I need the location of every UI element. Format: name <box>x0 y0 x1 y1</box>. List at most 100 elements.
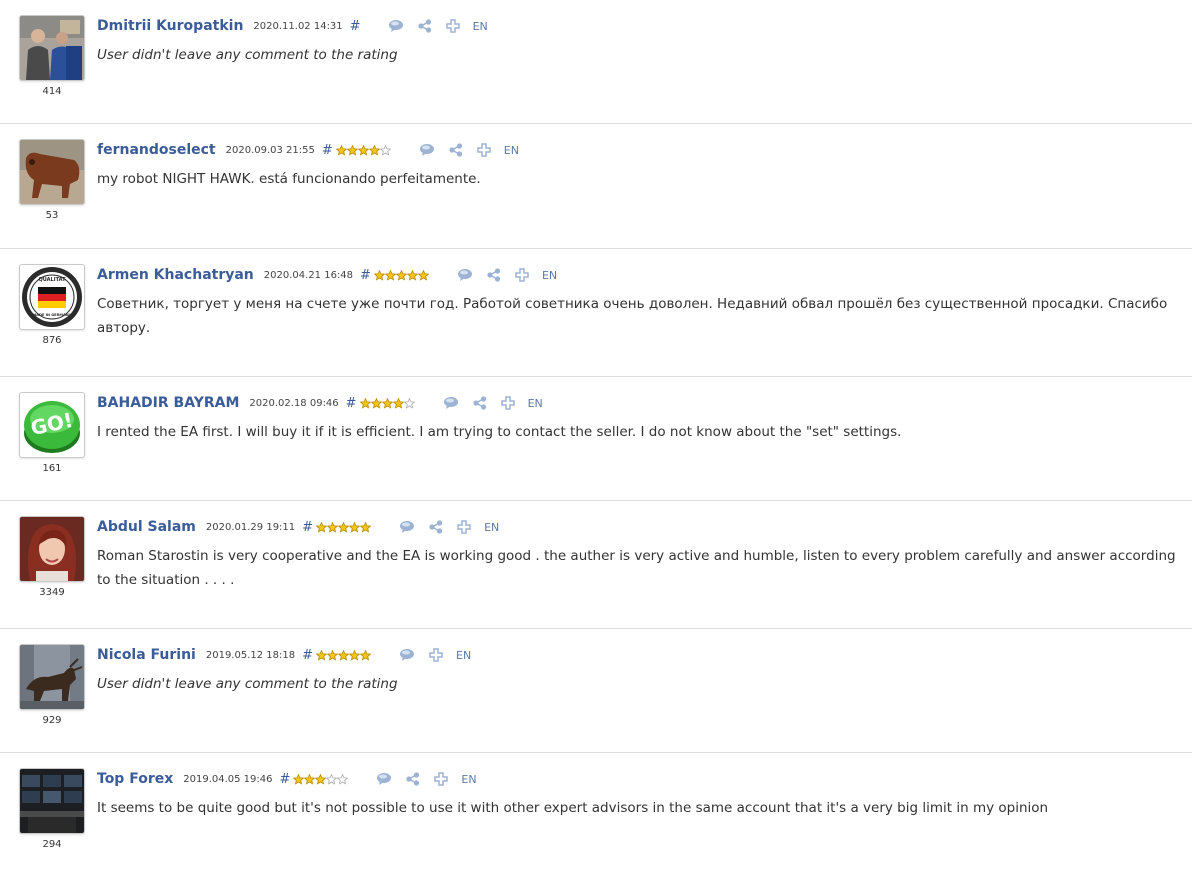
star-filled-icon <box>316 521 328 533</box>
avatar[interactable]: GO! <box>19 392 85 458</box>
action-icons <box>399 520 471 534</box>
review-text: my robot NIGHT HAWK. está funcionando pe… <box>97 171 481 187</box>
review-text: Советник, торгует у меня на счете уже по… <box>97 296 1168 336</box>
star-filled-icon <box>360 521 372 533</box>
star-empty-icon <box>326 773 338 785</box>
action-icons <box>376 772 449 786</box>
star-filled-icon <box>304 773 316 785</box>
author-link[interactable]: Armen Khachatryan <box>97 267 254 283</box>
star-empty-icon <box>337 773 349 785</box>
avatar[interactable] <box>19 768 85 834</box>
star-filled-icon <box>360 649 372 661</box>
action-icons <box>399 648 443 662</box>
user-rank: 294 <box>42 839 62 850</box>
add-icon[interactable] <box>445 19 460 33</box>
star-filled-icon <box>359 397 371 409</box>
author-link[interactable]: Abdul Salam <box>97 519 196 535</box>
share-icon[interactable] <box>405 772 420 786</box>
rating-stars <box>335 144 391 156</box>
star-filled-icon <box>316 649 328 661</box>
permalink-hash[interactable]: # <box>302 648 313 663</box>
language-toggle[interactable]: EN <box>528 397 543 410</box>
language-toggle[interactable]: EN <box>461 773 476 786</box>
star-filled-icon <box>349 521 361 533</box>
permalink-hash[interactable]: # <box>302 520 313 535</box>
add-icon[interactable] <box>500 396 515 410</box>
review-header: fernandoselect 2020.09.03 21:55 # EN <box>97 140 519 160</box>
review-date: 2020.02.18 09:46 <box>249 397 339 409</box>
rating-stars <box>359 397 415 409</box>
avatar[interactable] <box>19 139 85 205</box>
star-filled-icon <box>327 521 339 533</box>
review-header: Nicola Furini 2019.05.12 18:18 # EN <box>97 645 471 665</box>
add-icon[interactable] <box>477 143 491 157</box>
action-icons <box>457 268 529 282</box>
review-date: 2019.04.05 19:46 <box>183 773 273 785</box>
comment-icon[interactable] <box>457 268 473 282</box>
language-toggle[interactable]: EN <box>456 649 471 662</box>
share-icon[interactable] <box>448 143 463 157</box>
rating-stars <box>293 773 349 785</box>
user-rank: 161 <box>42 463 62 474</box>
author-link[interactable]: BAHADIR BAYRAM <box>97 395 239 411</box>
avatar[interactable] <box>19 15 85 81</box>
share-icon[interactable] <box>428 520 443 534</box>
comment-icon[interactable] <box>399 648 415 662</box>
star-filled-icon <box>368 144 380 156</box>
author-link[interactable]: fernandoselect <box>97 142 216 158</box>
star-filled-icon <box>327 649 339 661</box>
review-date: 2020.04.21 16:48 <box>263 269 354 281</box>
badge-top-text: QUALITAT <box>39 277 67 283</box>
author-link[interactable]: Dmitrii Kuropatkin <box>97 18 243 34</box>
rating-stars <box>316 521 372 533</box>
star-filled-icon <box>370 397 382 409</box>
review-header: BAHADIR BAYRAM 2020.02.18 09:46 # EN <box>97 393 543 413</box>
share-icon[interactable] <box>486 268 501 282</box>
language-toggle[interactable]: EN <box>504 144 519 157</box>
star-filled-icon <box>349 649 361 661</box>
add-icon[interactable] <box>457 520 471 534</box>
comment-icon[interactable] <box>388 19 404 33</box>
comment-icon[interactable] <box>443 396 459 410</box>
avatar[interactable] <box>19 644 85 710</box>
review-item: 414 Dmitrii Kuropatkin 2020.11.02 14:31 … <box>0 0 1192 124</box>
permalink-hash[interactable]: # <box>350 19 361 34</box>
share-icon[interactable] <box>472 396 487 410</box>
language-toggle[interactable]: EN <box>542 269 557 282</box>
review-text: User didn't leave any comment to the rat… <box>97 676 398 692</box>
user-rank: 53 <box>45 210 59 221</box>
language-toggle[interactable]: EN <box>484 521 499 534</box>
review-header: Armen Khachatryan 2020.04.21 16:48 # EN <box>97 265 557 285</box>
author-link[interactable]: Nicola Furini <box>97 647 196 663</box>
user-rank: 929 <box>42 715 62 726</box>
user-rank: 876 <box>42 335 62 346</box>
rating-stars <box>373 269 429 281</box>
review-item: GO! 161 BAHADIR BAYRAM 2020.02.18 09:46 … <box>0 377 1192 501</box>
review-item: 294 Top Forex 2019.04.05 19:46 # EN It s… <box>0 753 1192 874</box>
review-item: 53 fernandoselect 2020.09.03 21:55 # EN … <box>0 124 1192 249</box>
permalink-hash[interactable]: # <box>360 268 371 283</box>
add-icon[interactable] <box>434 772 449 786</box>
add-icon[interactable] <box>515 268 529 282</box>
star-filled-icon <box>395 269 407 281</box>
review-header: Abdul Salam 2020.01.29 19:11 # EN <box>97 517 499 537</box>
permalink-hash[interactable]: # <box>346 396 357 411</box>
comment-icon[interactable] <box>419 143 435 157</box>
comment-icon[interactable] <box>376 772 392 786</box>
star-filled-icon <box>315 773 327 785</box>
author-link[interactable]: Top Forex <box>97 771 173 787</box>
add-icon[interactable] <box>429 648 443 662</box>
permalink-hash[interactable]: # <box>280 772 291 787</box>
review-text: It seems to be quite good but it's not p… <box>97 800 1049 816</box>
star-filled-icon <box>417 269 429 281</box>
review-date: 2019.05.12 18:18 <box>205 649 296 661</box>
review-header: Dmitrii Kuropatkin 2020.11.02 14:31 # EN <box>97 16 488 36</box>
review-date: 2020.01.29 19:11 <box>205 521 296 533</box>
avatar[interactable] <box>19 516 85 582</box>
badge-bottom-text: MADE IN GERMANY <box>33 313 72 317</box>
language-toggle[interactable]: EN <box>473 20 488 33</box>
avatar[interactable]: QUALITAT MADE IN GERMANY <box>19 264 85 330</box>
permalink-hash[interactable]: # <box>322 143 333 158</box>
comment-icon[interactable] <box>399 520 415 534</box>
share-icon[interactable] <box>417 19 432 33</box>
